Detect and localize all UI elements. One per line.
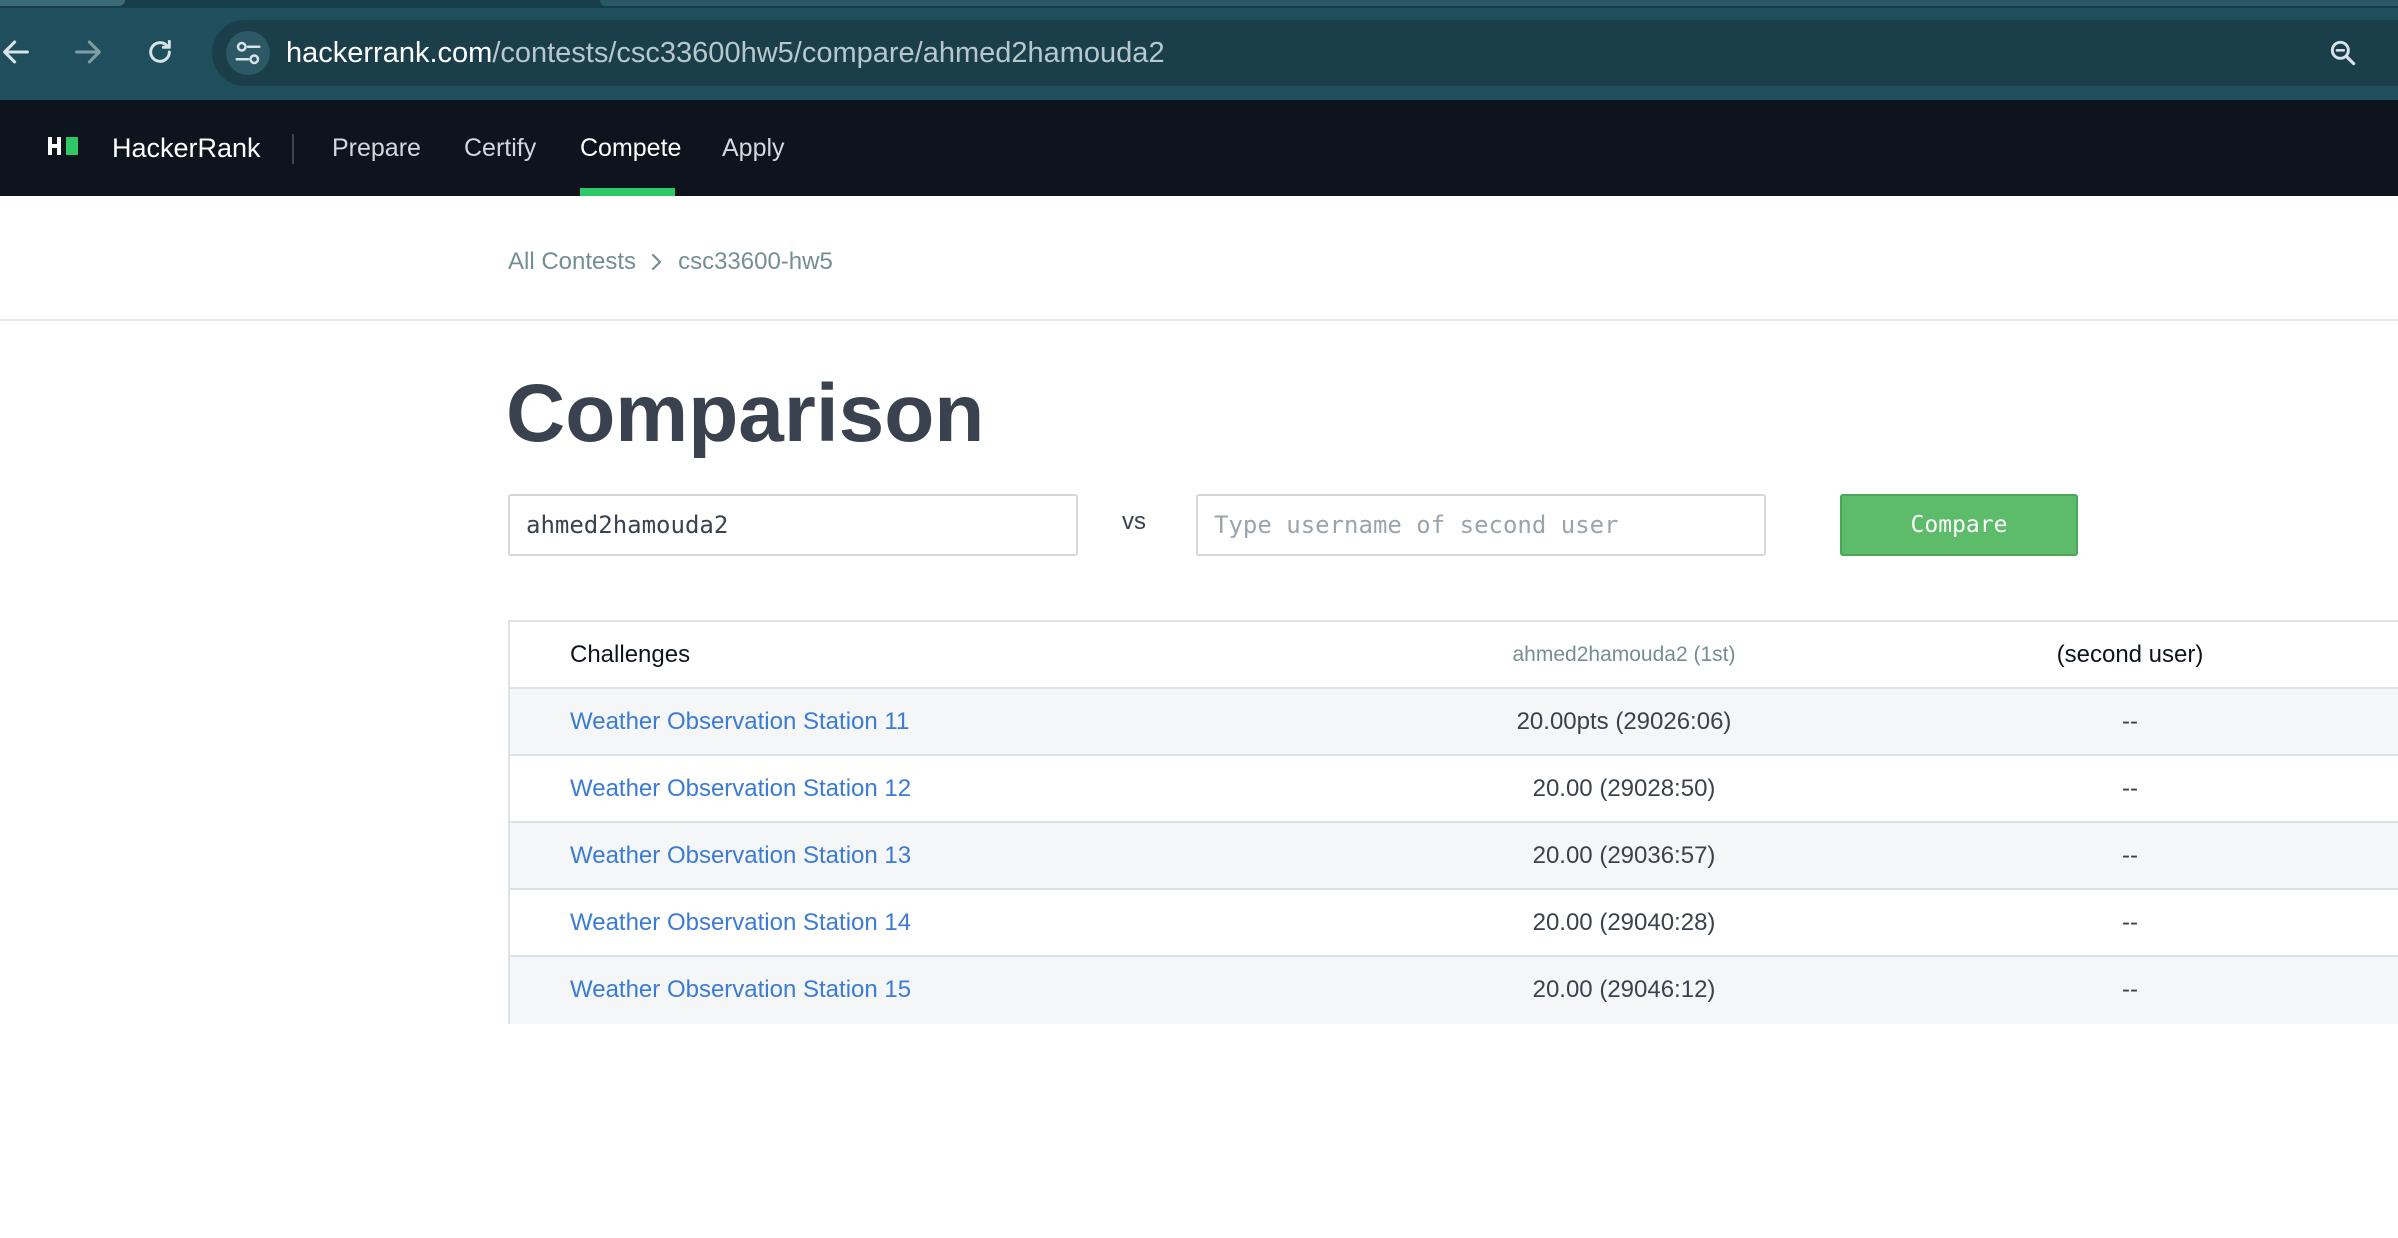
nav-apply[interactable]: Apply — [722, 130, 785, 166]
challenge-link[interactable]: Weather Observation Station 11 — [570, 689, 909, 755]
first-user-score: 20.00 (29040:28) — [1532, 909, 1716, 936]
second-user-score: -- — [2122, 842, 2138, 869]
table-row: Weather Observation Station 12 20.00 (29… — [510, 756, 2398, 823]
first-user-score: 20.00 (29046:12) — [1532, 976, 1716, 1003]
table-row: Weather Observation Station 14 20.00 (29… — [510, 890, 2398, 957]
table-row: Weather Observation Station 15 20.00 (29… — [510, 957, 2398, 1024]
reload-button[interactable] — [134, 26, 186, 78]
header-second-user: (second user) — [2056, 641, 2204, 668]
comparison-table: Challenges ahmed2hamouda2 (1st) (second … — [508, 620, 2398, 1024]
browser-toolbar: hackerrank.com/contests/csc33600hw5/comp… — [0, 0, 2398, 100]
first-user-score: 20.00 (29028:50) — [1532, 775, 1716, 802]
nav-compete[interactable]: Compete — [580, 130, 681, 166]
zoom-icon — [2330, 40, 2356, 66]
brand-name[interactable]: HackerRank — [112, 130, 261, 166]
back-button[interactable] — [0, 26, 42, 78]
active-nav-indicator — [580, 188, 675, 196]
challenge-link[interactable]: Weather Observation Station 13 — [570, 823, 911, 889]
back-icon — [3, 40, 29, 64]
challenge-link[interactable]: Weather Observation Station 14 — [570, 890, 911, 956]
address-bar[interactable]: hackerrank.com/contests/csc33600hw5/comp… — [212, 20, 2398, 86]
zoom-button[interactable] — [2322, 32, 2364, 74]
url-text[interactable]: hackerrank.com/contests/csc33600hw5/comp… — [286, 34, 1165, 72]
page-title: Comparison — [506, 368, 985, 459]
forward-button[interactable] — [62, 26, 114, 78]
header-divider — [292, 134, 294, 164]
nav-certify[interactable]: Certify — [464, 130, 536, 166]
site-settings-icon — [235, 41, 261, 65]
first-user-score: 20.00pts (29026:06) — [1516, 708, 1732, 735]
vs-label: vs — [1122, 508, 1146, 535]
active-tab[interactable] — [0, 0, 125, 6]
breadcrumb-contest[interactable]: csc33600-hw5 — [678, 246, 833, 278]
table-row: Weather Observation Station 11 20.00pts … — [510, 689, 2398, 756]
chevron-right-icon — [650, 252, 664, 272]
table-row: Weather Observation Station 13 20.00 (29… — [510, 823, 2398, 890]
header-first-user: ahmed2hamouda2 (1st) — [1512, 643, 1736, 666]
table-header-row: Challenges ahmed2hamouda2 (1st) (second … — [510, 622, 2398, 689]
second-user-input[interactable] — [1196, 494, 1766, 556]
url-host: hackerrank.com — [286, 37, 493, 69]
compare-button[interactable]: Compare — [1840, 494, 2078, 556]
challenge-link[interactable]: Weather Observation Station 12 — [570, 756, 911, 822]
second-user-score: -- — [2122, 976, 2138, 1003]
second-user-score: -- — [2122, 909, 2138, 936]
forward-icon — [75, 40, 101, 64]
second-user-score: -- — [2122, 775, 2138, 802]
header-challenges: Challenges — [570, 641, 691, 668]
tab-strip — [0, 0, 2398, 8]
hackerrank-logo-icon[interactable] — [48, 134, 82, 158]
nav-prepare[interactable]: Prepare — [332, 130, 421, 166]
site-settings-button[interactable] — [226, 31, 270, 75]
challenge-link[interactable]: Weather Observation Station 15 — [570, 957, 911, 1023]
second-user-score: -- — [2122, 708, 2138, 735]
reload-icon — [149, 39, 171, 63]
url-path: /contests/csc33600hw5/compare/ahmed2hamo… — [492, 37, 1165, 69]
breadcrumb-all-contests[interactable]: All Contests — [508, 246, 636, 278]
site-header: HackerRank Prepare Certify Compete Apply — [0, 100, 2398, 196]
breadcrumb-divider — [0, 319, 2398, 321]
breadcrumb: All Contests csc33600-hw5 — [508, 246, 833, 278]
first-user-score: 20.00 (29036:57) — [1532, 842, 1716, 869]
inactive-tab[interactable] — [600, 0, 2398, 6]
first-user-input[interactable] — [508, 494, 1078, 556]
